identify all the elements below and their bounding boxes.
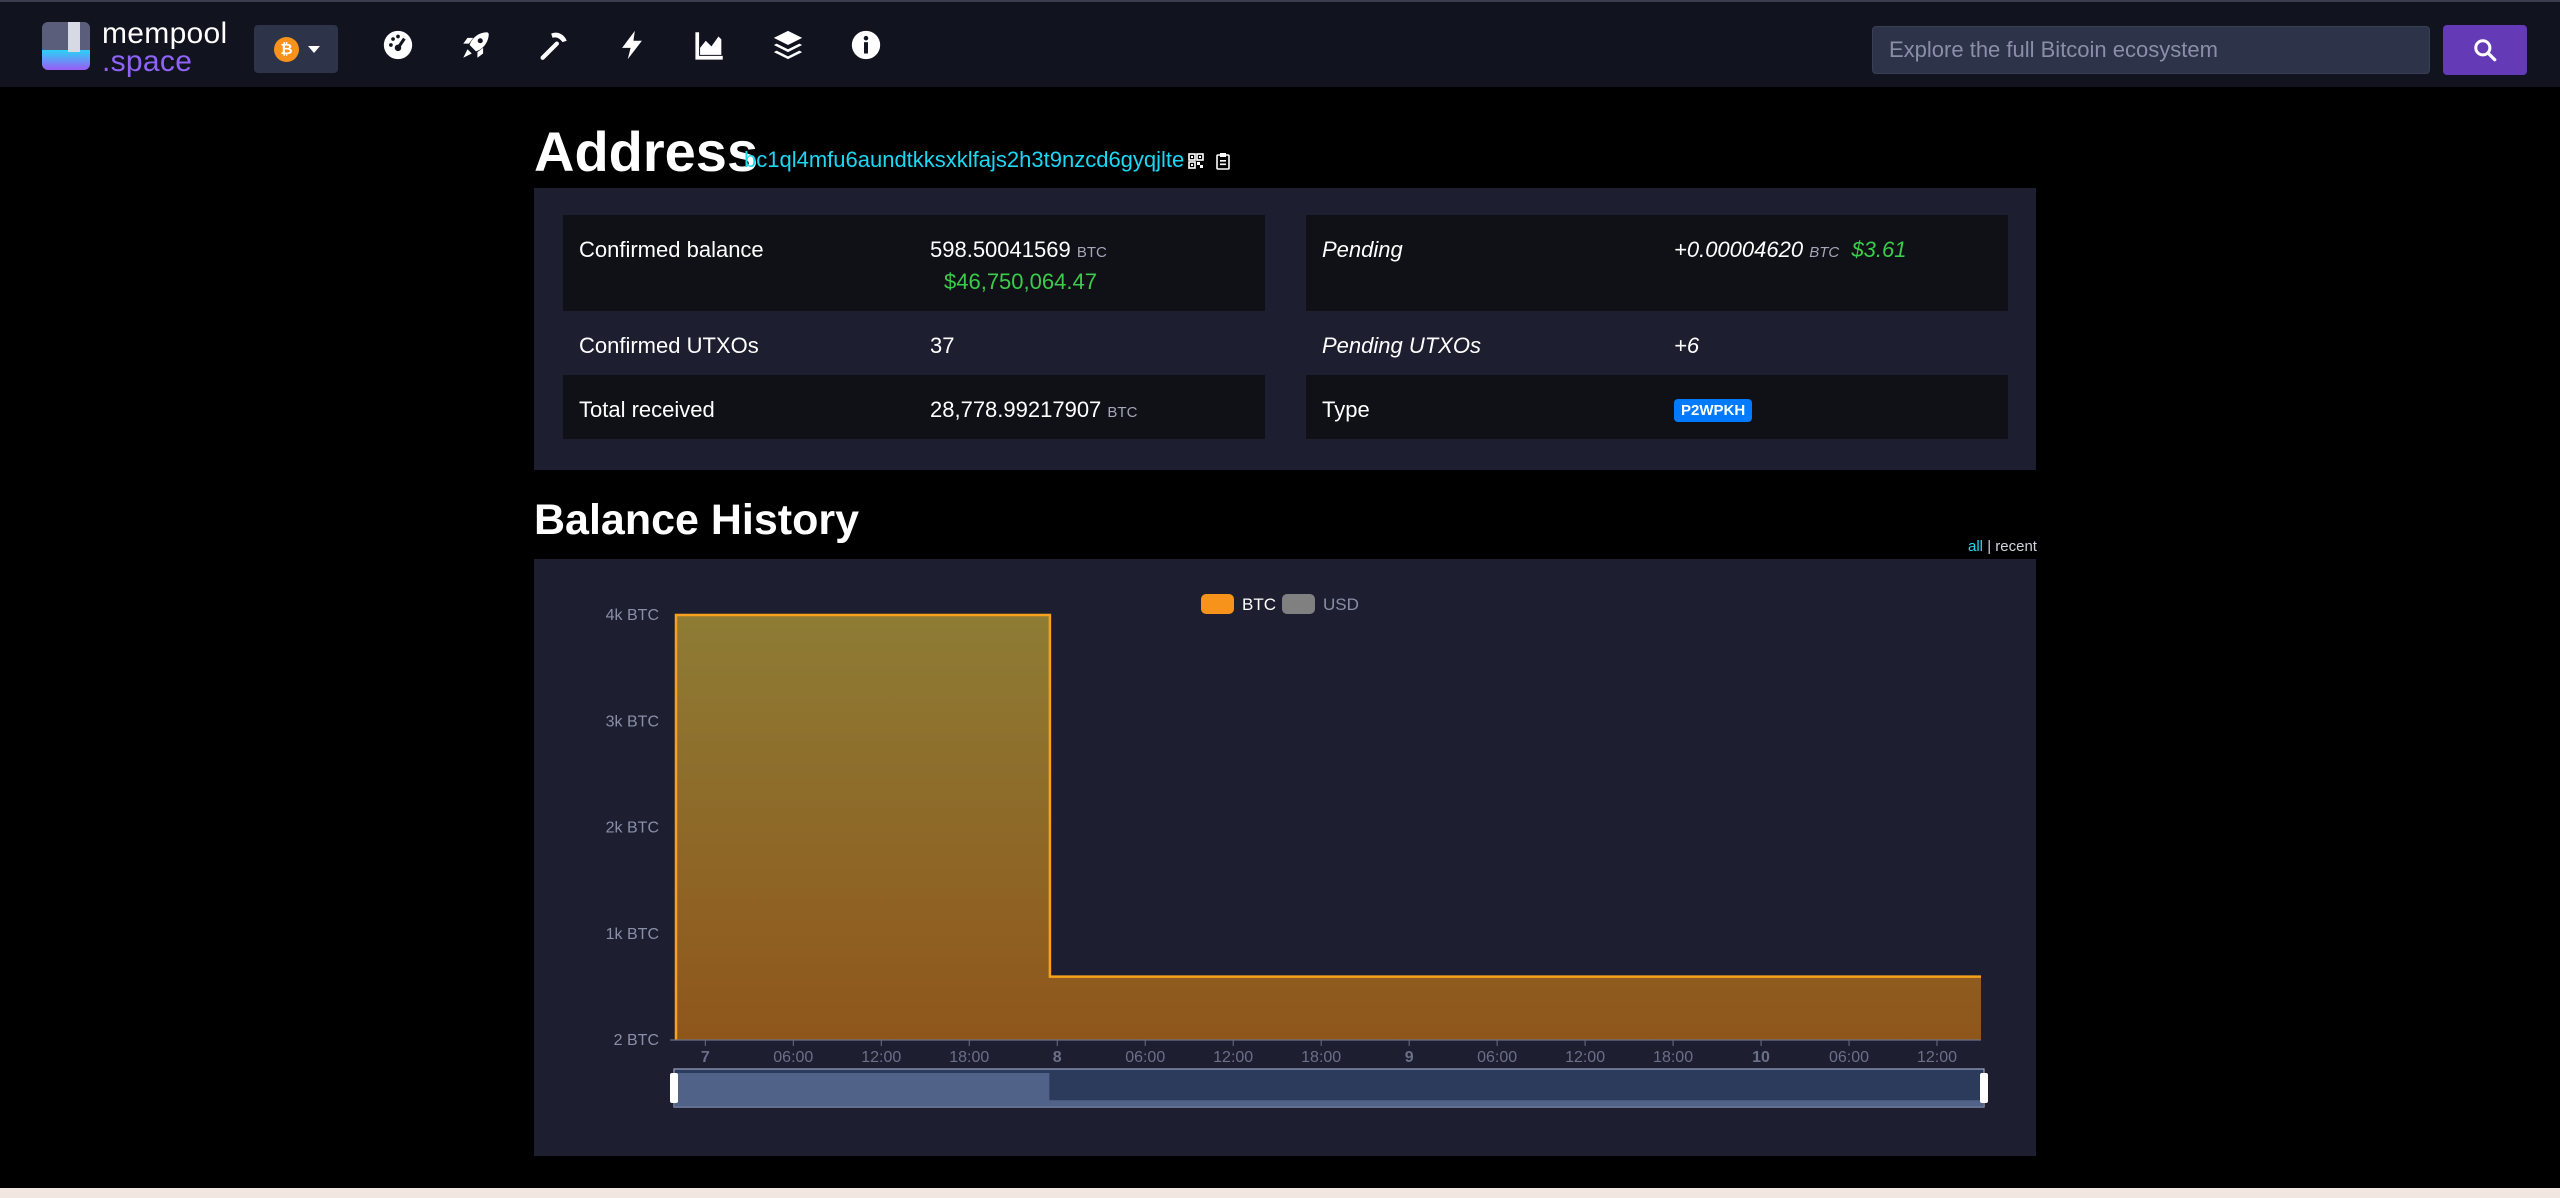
pending-unit: BTC: [1809, 244, 1840, 261]
pending-fiat: $3.61: [1851, 237, 1907, 262]
confirmed-balance-row: Confirmed balance 598.50041569 BTC $46,7…: [563, 215, 1265, 311]
type-value: P2WPKH: [1674, 395, 1753, 422]
x-tick-label: 18:00: [949, 1049, 989, 1066]
y-tick-label: 2 BTC: [614, 1032, 659, 1049]
pending-label: Pending: [1322, 237, 1403, 262]
x-tick-label: 12:00: [1565, 1049, 1605, 1066]
legend-label-usd: USD: [1323, 595, 1359, 614]
pending-amount: +0.00004620: [1674, 237, 1804, 262]
x-tick-label: 06:00: [773, 1049, 813, 1066]
y-tick-label: 4k BTC: [606, 607, 659, 624]
confirmed-balance-unit: BTC: [1076, 244, 1107, 261]
x-tick-label: 12:00: [1917, 1049, 1957, 1066]
x-tick-label: 10: [1752, 1049, 1770, 1066]
history-range-toggle: all | recent: [1968, 538, 2037, 555]
bottom-strip: [0, 1188, 2560, 1198]
chart-canvas: 2 BTC 1k BTC 2k BTC 3k BTC 4k BTC 7 06:00 12:00…: [606, 594, 1988, 1108]
confirmed-utxos-row: Confirmed UTXOs 37: [563, 311, 1265, 375]
rocket-icon[interactable]: [459, 28, 493, 62]
toggle-recent-link[interactable]: recent: [1995, 538, 2037, 555]
y-tick-label: 1k BTC: [606, 926, 659, 943]
logo-text-bottom: .space: [102, 45, 193, 78]
pending-row: Pending +0.00004620 BTC $3.61: [1306, 215, 2008, 311]
type-label: Type: [1322, 397, 1370, 422]
balance-history-chart: 2 BTC 1k BTC 2k BTC 3k BTC 4k BTC 7 06:00 12:00…: [534, 559, 2036, 1156]
total-received-unit: BTC: [1107, 404, 1138, 421]
copy-clipboard-icon[interactable]: [1215, 152, 1231, 170]
type-row: Type P2WPKH: [1306, 375, 2008, 439]
total-received-amount: 28,778.99217907: [930, 397, 1102, 422]
total-received-label: Total received: [579, 397, 715, 422]
zoom-handle-right[interactable]: [1980, 1073, 1988, 1103]
layers-icon[interactable]: [771, 28, 805, 62]
x-tick-label: 8: [1053, 1049, 1062, 1066]
mining-pickaxe-icon[interactable]: [537, 28, 571, 62]
mempool-logo[interactable]: mempool .space: [42, 19, 242, 77]
confirmed-utxos-value: 37: [930, 333, 955, 358]
pending-value: +0.00004620 BTC $3.61: [1674, 237, 1907, 263]
top-navbar: mempool .space ₿: [0, 0, 2560, 87]
address-link[interactable]: bc1ql4mfu6aundtkksxklfajs2h3t9nzcd6gyqjl…: [744, 147, 1184, 173]
pending-utxos-label: Pending UTXOs: [1322, 333, 1481, 358]
x-tick-label: 7: [701, 1049, 710, 1066]
x-tick-label: 18:00: [1653, 1049, 1693, 1066]
pending-utxos-row: Pending UTXOs +6: [1306, 311, 2008, 375]
x-tick-label: 18:00: [1301, 1049, 1341, 1066]
search-input[interactable]: [1872, 26, 2430, 74]
qr-code-icon[interactable]: [1188, 153, 1204, 169]
x-tick-label: 9: [1405, 1049, 1414, 1066]
dashboard-icon[interactable]: [381, 28, 415, 62]
legend-swatch-btc: [1201, 594, 1234, 614]
y-tick-label: 2k BTC: [606, 820, 659, 837]
network-selector-button[interactable]: ₿: [254, 25, 338, 73]
pending-utxos-value: +6: [1674, 333, 1700, 358]
info-icon[interactable]: [849, 28, 883, 62]
address-info-box: Confirmed balance 598.50041569 BTC $46,7…: [534, 188, 2036, 470]
confirmed-balance-fiat: $46,750,064.47: [944, 269, 1097, 294]
search-icon: [2474, 39, 2497, 62]
legend-label-btc: BTC: [1242, 595, 1276, 614]
x-tick-label: 06:00: [1477, 1049, 1517, 1066]
search-button[interactable]: [2443, 25, 2527, 75]
x-tick-label: 12:00: [861, 1049, 901, 1066]
logo-text: mempool .space: [102, 17, 228, 78]
address-type-badge: P2WPKH: [1674, 399, 1753, 422]
balance-history-title: Balance History: [534, 496, 860, 544]
confirmed-balance-value: 598.50041569 BTC: [930, 237, 1107, 263]
toggle-separator: |: [1987, 538, 1992, 555]
page-title: Address: [534, 120, 759, 183]
logo-text-top: mempool: [102, 17, 228, 50]
total-received-row: Total received 28,778.99217907 BTC: [563, 375, 1265, 439]
zoom-handle-left[interactable]: [670, 1073, 678, 1103]
total-received-value: 28,778.99217907 BTC: [930, 397, 1137, 423]
confirmed-balance-amount: 598.50041569: [930, 237, 1071, 262]
graphs-icon[interactable]: [693, 28, 727, 62]
x-tick-label: 06:00: [1125, 1049, 1165, 1066]
x-tick-label: 12:00: [1213, 1049, 1253, 1066]
caret-down-icon: [308, 46, 320, 53]
y-tick-label: 3k BTC: [606, 713, 659, 730]
x-tick-label: 06:00: [1829, 1049, 1869, 1066]
lightning-icon[interactable]: [615, 28, 649, 62]
bitcoin-icon: ₿: [274, 37, 299, 62]
legend-swatch-usd: [1282, 594, 1315, 614]
toggle-all-link[interactable]: all: [1968, 538, 1983, 555]
confirmed-utxos-label: Confirmed UTXOs: [579, 333, 759, 358]
confirmed-balance-label: Confirmed balance: [579, 237, 764, 262]
logo-mark: [42, 22, 90, 70]
